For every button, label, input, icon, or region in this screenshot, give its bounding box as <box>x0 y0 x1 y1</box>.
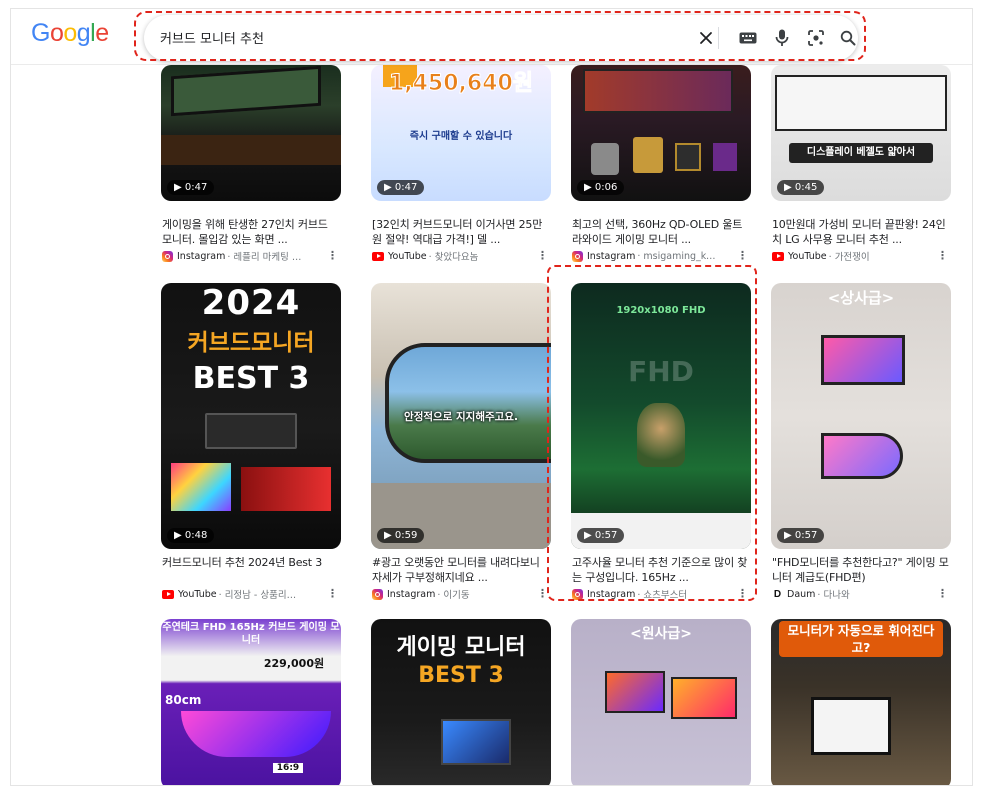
thumbnail-overlay-text: 게이밍 모니터 <box>396 635 526 660</box>
google-logo[interactable]: Google <box>31 19 109 48</box>
video-source: D Daum · 다나와 ⋮ <box>773 587 948 601</box>
logo-letter: G <box>31 19 50 47</box>
thumbnail-overlay-text: 안정적으로 지지해주고요. <box>404 411 518 423</box>
thumbnail-overlay-text: 16:9 <box>273 763 303 773</box>
video-source: Instagram· msigaming_korea ⋮ <box>572 249 752 263</box>
video-title[interactable]: 게이밍을 위해 탄생한 27인치 커브드 모니터. 몰입감 있는 화면 ... <box>162 217 340 247</box>
video-title[interactable]: [32인치 커브드모니터 이거사면 25만원 절약! 역대급 가격!] 델 ..… <box>372 217 550 247</box>
duration-badge: ▶ 0:47 <box>377 180 425 195</box>
video-thumbnail[interactable]: 디스플레이 베젤도 얇아서 ▶ 0:45 <box>771 65 951 201</box>
more-options-icon[interactable]: ⋮ <box>937 587 948 600</box>
thumbnail-overlay-text: 모니터가 자동으로 휘어진다고? <box>779 621 943 657</box>
thumbnail-overlay-text: 1920x1080 FHD <box>616 305 706 316</box>
thumbnail-overlay-text: 2024 <box>201 283 301 323</box>
logo-letter: e <box>95 19 109 47</box>
thumbnail-overlay-text: 커브드모니터 <box>187 330 315 356</box>
search-box[interactable] <box>144 15 858 61</box>
thumbnail-overlay-text: BEST 3 <box>192 361 310 396</box>
video-thumbnail[interactable]: ▶ 0:06 <box>571 65 751 201</box>
instagram-icon <box>572 588 583 600</box>
video-thumbnail[interactable]: 1,450,640원 즉시 구매할 수 있습니다 ▶ 0:47 <box>371 65 551 201</box>
lens-icon[interactable] <box>804 26 828 50</box>
thumbnail-overlay-text: 229,000원 <box>263 657 325 670</box>
video-title[interactable]: 최고의 선택, 360Hz QD-OLED 울트라와이드 게이밍 모니터 ... <box>572 217 750 247</box>
duration-badge: ▶ 0:45 <box>777 180 825 195</box>
thumbnail-overlay-text: 즉시 구매할 수 있습니다 <box>409 131 513 142</box>
video-thumbnail[interactable]: ▶ 0:47 <box>161 65 341 201</box>
youtube-icon <box>162 589 174 599</box>
thumbnail-overlay-text: 1,450,640원 <box>388 71 534 97</box>
duration-badge: ▶ 0:06 <box>577 180 625 195</box>
thumbnail-overlay-text: 디스플레이 베젤도 얇아서 <box>789 143 933 163</box>
microphone-icon[interactable] <box>770 26 794 50</box>
search-icon[interactable] <box>836 26 860 50</box>
video-source: Instagram · 쇼츠부스터 ⋮ <box>572 587 752 601</box>
video-thumbnail[interactable]: 1920x1080 FHD FHD ▶ 0:57 <box>571 283 751 549</box>
logo-letter: o <box>49 19 64 47</box>
video-title[interactable]: #광고 오랫동안 모니터를 내려다보니 자세가 구부정해지네요 ... <box>372 555 550 585</box>
thumbnail-overlay-text: 주연테크 FHD 165Hz 커브드 게이밍 모니터 <box>162 622 340 646</box>
more-options-icon[interactable]: ⋮ <box>327 587 338 600</box>
video-source: YouTube · 가전쟁이 ⋮ <box>772 249 952 263</box>
video-thumbnail[interactable]: <상사급> ▶ 0:57 <box>771 283 951 549</box>
video-source: Instagram· 레플리 마케팅 담당- ... ⋮ <box>162 249 342 263</box>
search-header: Google <box>11 9 972 65</box>
thumbnail-overlay-text: 80cm <box>165 693 202 707</box>
instagram-icon <box>162 250 173 262</box>
keyboard-icon[interactable] <box>736 26 760 50</box>
video-thumbnail[interactable]: 게이밍 모니터 BEST 3 <box>371 619 551 785</box>
more-options-icon[interactable]: ⋮ <box>537 249 548 262</box>
video-thumbnail[interactable]: 주연테크 FHD 165Hz 커브드 게이밍 모니터 229,000원 80cm… <box>161 619 341 785</box>
youtube-icon <box>372 251 384 261</box>
video-thumbnail[interactable]: 2024 커브드모니터 BEST 3 ▶ 0:48 <box>161 283 341 549</box>
video-source: YouTube · 찾았다요놈 ⋮ <box>372 249 552 263</box>
video-source: YouTube· 리정남 - 상품리뷰정리... ⋮ <box>162 587 342 601</box>
duration-badge: ▶ 0:48 <box>167 528 215 543</box>
instagram-icon <box>372 588 383 600</box>
video-title[interactable]: 커브드모니터 추천 2024년 Best 3 <box>162 555 340 570</box>
more-options-icon[interactable]: ⋮ <box>737 249 748 262</box>
more-options-icon[interactable]: ⋮ <box>937 249 948 262</box>
thumbnail-overlay-text: FHD <box>628 355 694 388</box>
video-title[interactable]: 10만원대 가성비 모니터 끝판왕! 24인치 LG 사무용 모니터 추천 ..… <box>772 217 950 247</box>
duration-badge: ▶ 0:47 <box>167 180 215 195</box>
instagram-icon <box>572 250 583 262</box>
video-thumbnail[interactable]: 안정적으로 지지해주고요. ▶ 0:59 <box>371 283 551 549</box>
browser-viewport: Google ▶ 0 <box>10 8 973 786</box>
thumbnail-overlay-text: <원사급> <box>629 626 693 642</box>
more-options-icon[interactable]: ⋮ <box>327 249 338 262</box>
duration-badge: ▶ 0:57 <box>577 528 625 543</box>
duration-badge: ▶ 0:59 <box>377 528 425 543</box>
video-source: Instagram · 이기동 ⋮ <box>372 587 552 601</box>
more-options-icon[interactable]: ⋮ <box>537 587 548 600</box>
more-options-icon[interactable]: ⋮ <box>737 587 748 600</box>
thumbnail-overlay-text: BEST 3 <box>418 663 504 688</box>
logo-letter: g <box>76 19 91 47</box>
daum-icon: D <box>773 588 782 600</box>
video-title[interactable]: "FHD모니터를 추천한다고?" 게이밍 모니터 계급도(FHD편) <box>772 555 950 585</box>
video-title[interactable]: 고주사율 모니터 추천 기준으로 많이 찾는 구성입니다. 165Hz ... <box>572 555 750 585</box>
duration-badge: ▶ 0:57 <box>777 528 825 543</box>
search-divider <box>718 27 719 49</box>
logo-letter: o <box>63 19 77 47</box>
youtube-icon <box>772 251 784 261</box>
video-thumbnail[interactable]: 모니터가 자동으로 휘어진다고? <box>771 619 951 785</box>
clear-icon[interactable] <box>694 26 718 50</box>
video-thumbnail[interactable]: <원사급> <box>571 619 751 785</box>
search-input[interactable] <box>160 24 680 50</box>
thumbnail-overlay-text: <상사급> <box>827 289 895 307</box>
